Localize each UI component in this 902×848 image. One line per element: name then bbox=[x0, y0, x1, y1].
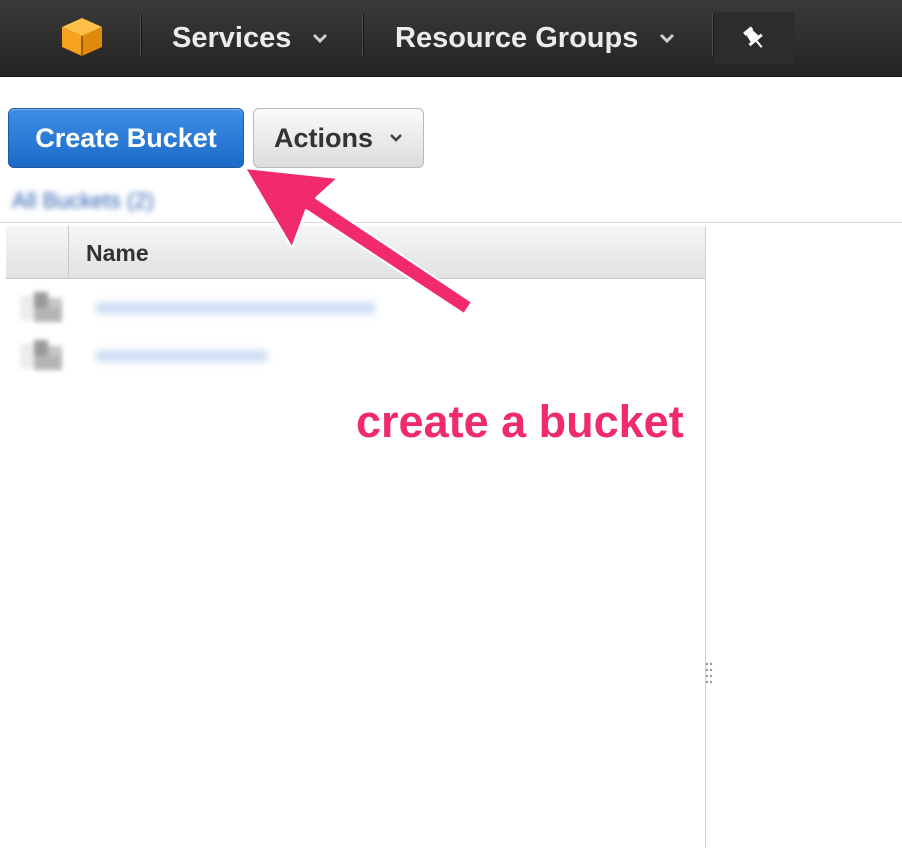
divider bbox=[0, 222, 902, 223]
bucket-name-link[interactable]: xxxxxxxxxxxxxxxxxxx bbox=[96, 344, 267, 366]
all-buckets-breadcrumb[interactable]: All Buckets (2) bbox=[12, 186, 154, 216]
chevron-down-icon bbox=[313, 33, 328, 44]
chevron-down-icon bbox=[660, 33, 675, 44]
table-row[interactable]: xxxxxxxxxxxxxxxxxxx bbox=[6, 334, 705, 378]
pushpin-icon bbox=[743, 26, 763, 48]
grip-dots-icon bbox=[705, 662, 713, 684]
pin-button[interactable] bbox=[714, 12, 794, 64]
select-column-header bbox=[6, 226, 69, 278]
name-column-header[interactable]: Name bbox=[86, 226, 149, 278]
annotation-label: create a bucket bbox=[356, 396, 684, 447]
aws-cube-logo-icon[interactable] bbox=[60, 16, 104, 58]
panel-resize-handle[interactable] bbox=[705, 658, 713, 688]
actions-dropdown-button[interactable]: Actions bbox=[253, 108, 424, 168]
services-menu[interactable]: Services bbox=[172, 18, 329, 58]
nav-separator bbox=[140, 14, 141, 56]
actions-label: Actions bbox=[273, 122, 373, 153]
table-header: Name bbox=[6, 226, 705, 279]
chevron-down-icon bbox=[390, 134, 402, 142]
table-row[interactable]: xxxxxxxxxxxxxxxxxxxxxxxxxxxxxxx bbox=[6, 286, 705, 330]
services-menu-label: Services bbox=[172, 21, 292, 54]
bucket-icon bbox=[20, 338, 66, 374]
bucket-table: Name xxxxxxxxxxxxxxxxxxxxxxxxxxxxxxx xxx… bbox=[6, 226, 706, 848]
nav-separator bbox=[712, 14, 713, 56]
resource-groups-menu-label: Resource Groups bbox=[395, 21, 639, 54]
resource-groups-menu[interactable]: Resource Groups bbox=[395, 18, 676, 58]
top-nav-bar: Services Resource Groups bbox=[0, 0, 902, 77]
create-bucket-label: Create Bucket bbox=[35, 122, 217, 153]
bucket-name-link[interactable]: xxxxxxxxxxxxxxxxxxxxxxxxxxxxxxx bbox=[96, 296, 375, 318]
bucket-icon bbox=[20, 290, 66, 326]
create-bucket-button[interactable]: Create Bucket bbox=[8, 108, 244, 168]
nav-separator bbox=[362, 14, 363, 56]
